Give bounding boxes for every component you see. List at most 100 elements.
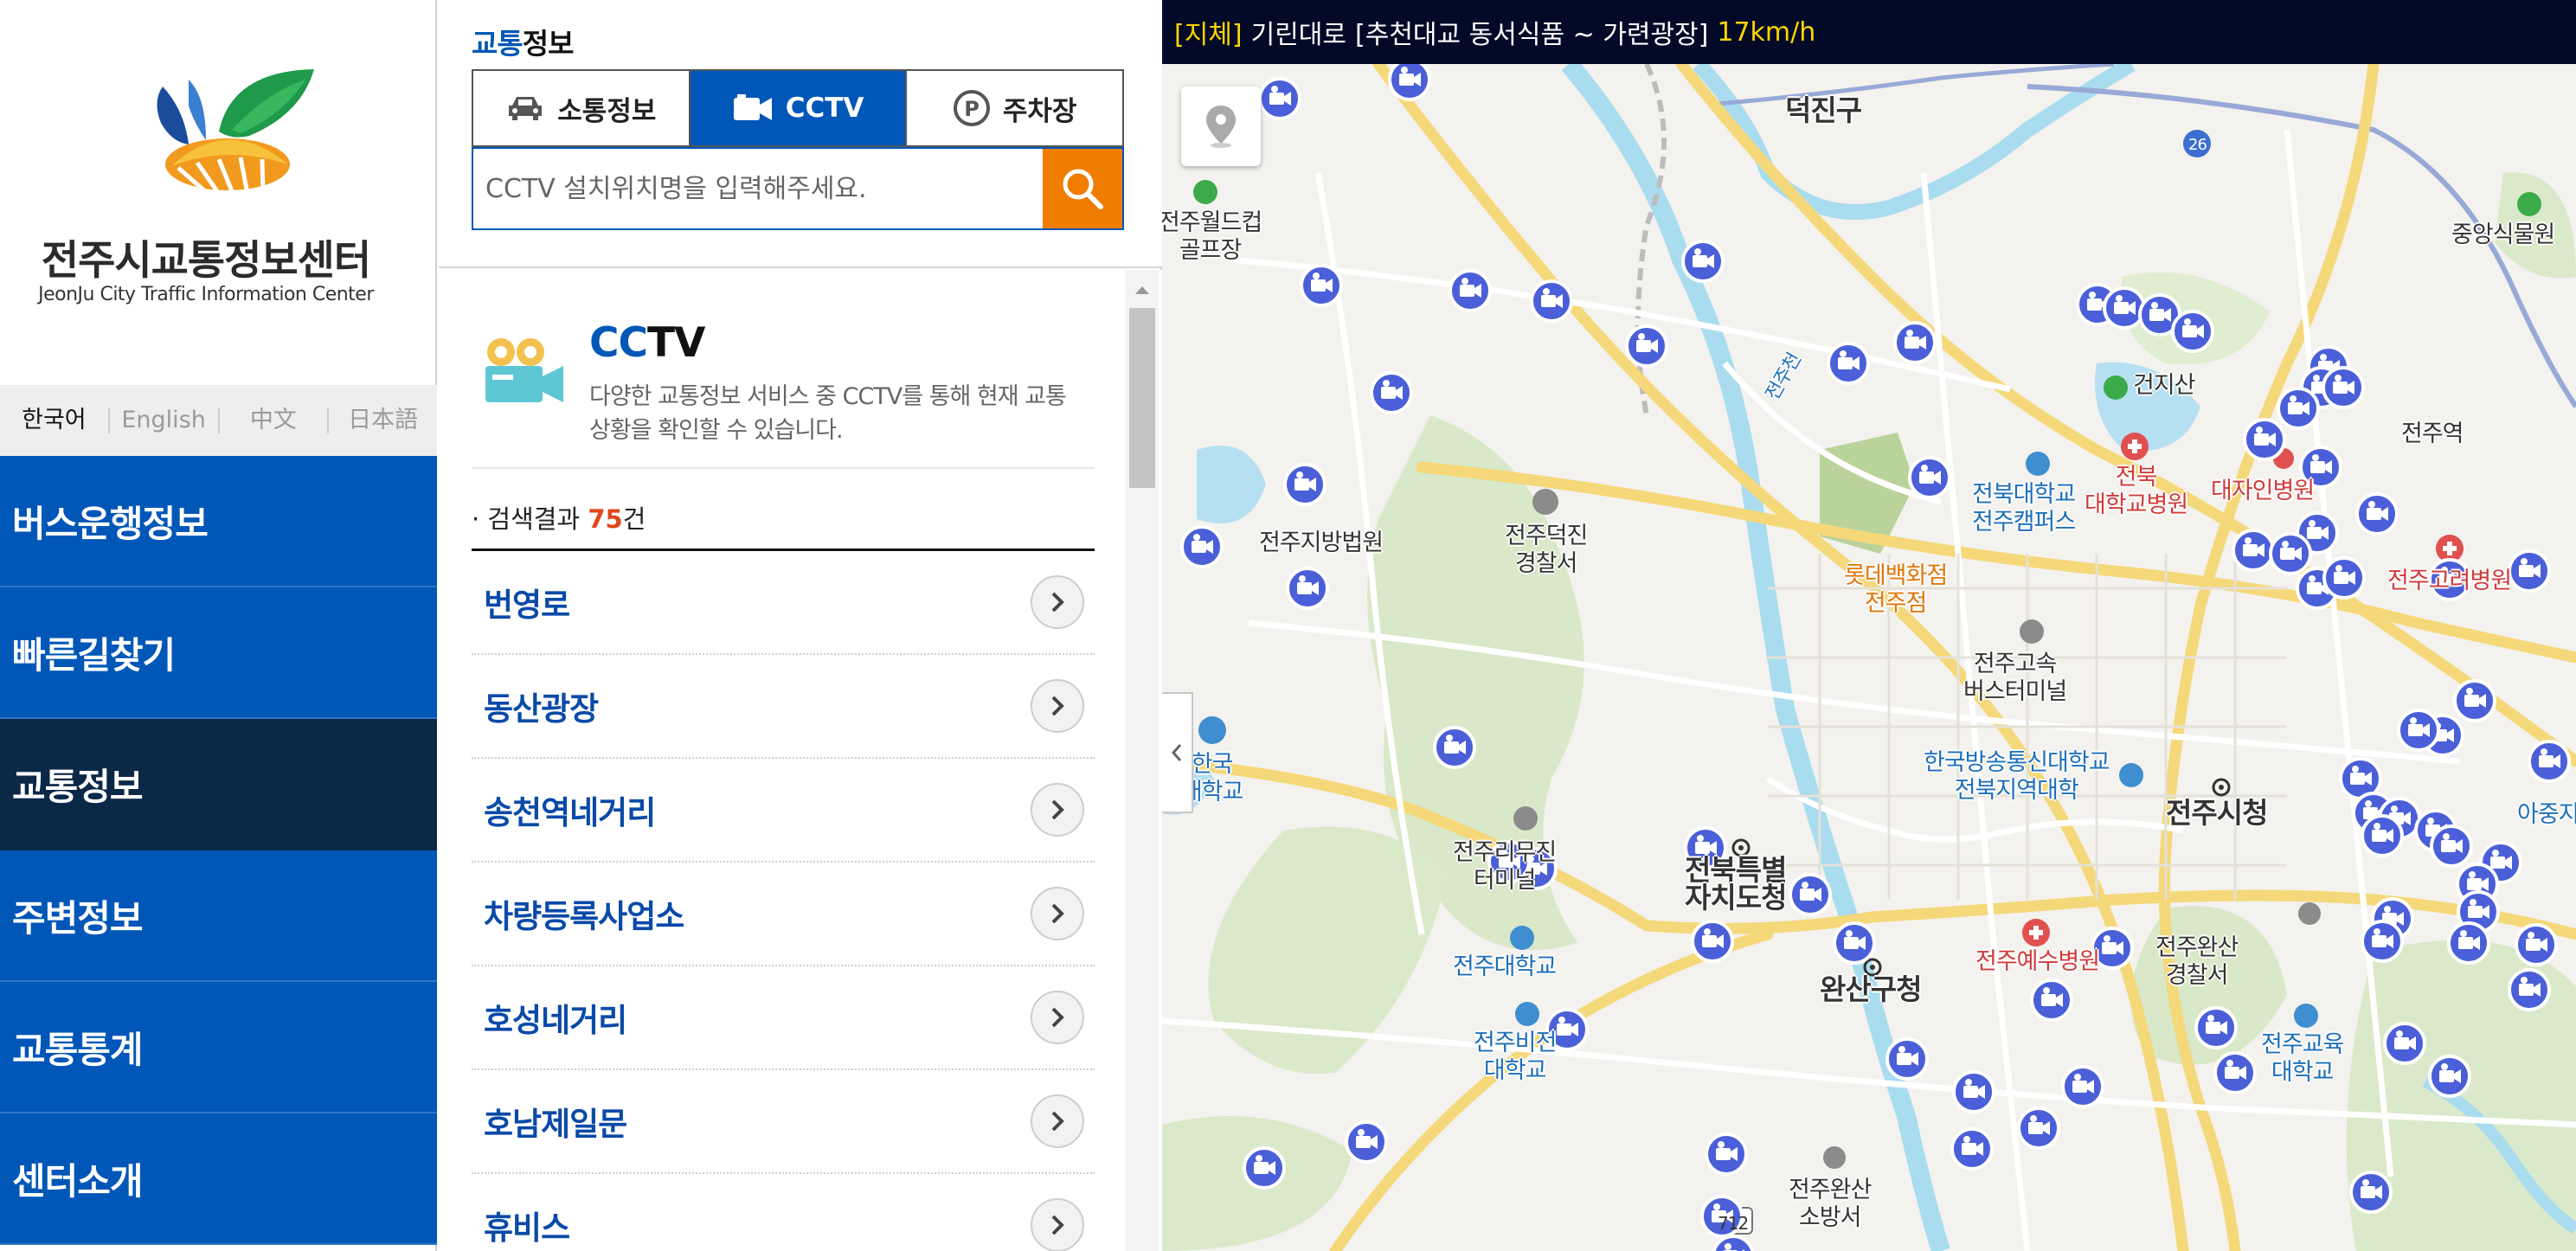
map-base[interactable] bbox=[1162, 0, 2576, 1251]
menu-item-center-intro[interactable]: 센터소개 bbox=[0, 1113, 437, 1245]
cctv-marker-icon[interactable] bbox=[2453, 679, 2496, 722]
lang-korean[interactable]: 한국어 bbox=[0, 407, 108, 433]
lang-japanese[interactable]: 日本語 bbox=[327, 407, 437, 433]
map-label: 전북 대학교병원 bbox=[2085, 464, 2188, 518]
traffic-map[interactable]: 덕진구 전주월드컵 골프장 중앙식물원 건지산 전주역 전북 대학교병원 대자인병원… bbox=[1162, 0, 2576, 1251]
cctv-marker-icon[interactable] bbox=[1681, 240, 1725, 283]
cctv-marker-icon[interactable] bbox=[2171, 310, 2214, 353]
map-label: 전북대학교 전주캠퍼스 bbox=[1972, 481, 2076, 536]
cctv-marker-icon[interactable] bbox=[1893, 321, 1937, 364]
cctv-location-name: 호남제일문 bbox=[484, 1106, 627, 1143]
search-button[interactable] bbox=[1043, 149, 1122, 228]
tab-cctv[interactable]: CCTV bbox=[688, 71, 906, 145]
list-item[interactable]: 호남제일문 bbox=[472, 1070, 1095, 1174]
cctv-marker-icon[interactable] bbox=[2030, 978, 2073, 1022]
cctv-marker-icon[interactable] bbox=[1243, 1146, 1286, 1190]
cctv-marker-icon[interactable] bbox=[1691, 920, 1734, 963]
chevron-right-icon[interactable] bbox=[1031, 1094, 1084, 1148]
cctv-marker-icon[interactable] bbox=[2508, 968, 2551, 1011]
lang-chinese[interactable]: 中文 bbox=[217, 407, 328, 433]
menu-item-bus-info[interactable]: 버스운행정보 bbox=[0, 456, 437, 587]
cctv-marker-icon[interactable] bbox=[1833, 921, 1876, 965]
cctv-marker-icon[interactable] bbox=[1286, 567, 1329, 610]
cctv-marker-icon[interactable] bbox=[2213, 1051, 2257, 1094]
cctv-marker-icon[interactable] bbox=[2361, 814, 2404, 857]
cctv-marker-icon[interactable] bbox=[2061, 1065, 2104, 1108]
intro-title-rest: TV bbox=[647, 319, 705, 367]
cctv-marker-icon[interactable] bbox=[2383, 1022, 2426, 1065]
cctv-location-name: 휴비스 bbox=[484, 1209, 570, 1247]
cctv-marker-icon[interactable] bbox=[1625, 324, 1668, 368]
cctv-marker-icon[interactable] bbox=[1300, 264, 1343, 307]
cctv-marker-icon[interactable] bbox=[2528, 740, 2571, 783]
cctv-marker-icon[interactable] bbox=[2361, 920, 2404, 963]
tab-parking[interactable]: P 주차장 bbox=[905, 71, 1123, 145]
chevron-right-icon[interactable] bbox=[1031, 887, 1084, 940]
cctv-marker-icon[interactable] bbox=[2322, 366, 2365, 409]
chevron-right-icon[interactable] bbox=[1031, 1198, 1084, 1251]
cctv-marker-icon[interactable] bbox=[1530, 279, 1573, 323]
list-item[interactable]: 호성네거리 bbox=[472, 966, 1095, 1070]
panel-scrollbar[interactable] bbox=[1126, 270, 1159, 1251]
cctv-search-input[interactable] bbox=[473, 149, 1043, 228]
cctv-marker-icon[interactable] bbox=[1433, 726, 1476, 769]
cctv-marker-icon[interactable] bbox=[2428, 1055, 2471, 1098]
menu-item-traffic-stats[interactable]: 교통통계 bbox=[0, 982, 437, 1113]
chevron-right-icon[interactable] bbox=[1031, 783, 1084, 837]
cctv-marker-icon[interactable] bbox=[1712, 1235, 1755, 1251]
cctv-marker-icon[interactable] bbox=[1388, 58, 1431, 101]
list-item[interactable]: 번영로 bbox=[472, 551, 1095, 655]
cctv-marker-icon[interactable] bbox=[1180, 525, 1224, 568]
cctv-marker-icon[interactable] bbox=[2232, 529, 2275, 572]
current-location-button[interactable] bbox=[1181, 87, 1261, 166]
map-label: 건지산 bbox=[2133, 372, 2196, 399]
menu-item-nearby-info[interactable]: 주변정보 bbox=[0, 850, 437, 982]
cctv-marker-icon[interactable] bbox=[2447, 921, 2490, 965]
chevron-right-icon[interactable] bbox=[1031, 679, 1084, 733]
cctv-marker-icon[interactable] bbox=[1345, 1120, 1388, 1164]
chevron-right-icon[interactable] bbox=[1031, 991, 1084, 1044]
cctv-marker-icon[interactable] bbox=[2103, 286, 2146, 330]
list-item[interactable]: 휴비스 bbox=[472, 1174, 1095, 1251]
traffic-segment: [추천대교 동서식품 ~ 가련광장] bbox=[1355, 20, 1709, 50]
cctv-marker-icon[interactable] bbox=[2515, 923, 2558, 966]
scrollbar-thumb[interactable] bbox=[1129, 308, 1155, 488]
chevron-right-icon[interactable] bbox=[1031, 575, 1084, 629]
cctv-marker-icon[interactable] bbox=[1950, 1127, 1994, 1171]
lang-english[interactable]: English bbox=[107, 407, 218, 433]
left-navigation: 전주시교통정보센터 JeonJu City Traffic Informatio… bbox=[0, 0, 437, 1251]
cctv-marker-icon[interactable] bbox=[1283, 463, 1327, 506]
list-item[interactable]: 차량등록사업소 bbox=[472, 863, 1095, 966]
cctv-marker-icon[interactable] bbox=[2430, 824, 2473, 868]
cctv-marker-icon[interactable] bbox=[1449, 269, 1492, 312]
cctv-marker-icon[interactable] bbox=[2194, 1006, 2238, 1049]
cctv-marker-icon[interactable] bbox=[1705, 1132, 1748, 1176]
video-camera-icon bbox=[733, 94, 772, 120]
cctv-marker-icon[interactable] bbox=[2508, 549, 2551, 593]
cctv-marker-icon[interactable] bbox=[2269, 532, 2312, 575]
cctv-marker-icon[interactable] bbox=[1908, 456, 1951, 499]
cctv-marker-icon[interactable] bbox=[2243, 418, 2286, 461]
cctv-marker-icon[interactable] bbox=[2322, 556, 2366, 600]
list-item[interactable]: 동산광장 bbox=[472, 655, 1095, 759]
map-label: 전주월드컵 골프장 bbox=[1162, 209, 1262, 264]
cctv-marker-icon[interactable] bbox=[2017, 1107, 2060, 1150]
cctv-marker-icon[interactable] bbox=[2397, 709, 2440, 752]
cctv-marker-icon[interactable] bbox=[1370, 371, 1413, 414]
panel-collapse-button[interactable] bbox=[1162, 692, 1193, 813]
cctv-marker-icon[interactable] bbox=[2277, 387, 2320, 430]
cctv-marker-icon[interactable] bbox=[2355, 492, 2399, 536]
menu-item-route-finder[interactable]: 빠른길찾기 bbox=[0, 587, 437, 719]
cctv-marker-icon[interactable] bbox=[1827, 342, 1870, 385]
scroll-up-icon[interactable] bbox=[1126, 277, 1159, 303]
menu-item-traffic-info[interactable]: 교통정보 bbox=[0, 719, 437, 850]
search-icon bbox=[1063, 169, 1103, 209]
cctv-marker-icon[interactable] bbox=[2349, 1171, 2393, 1214]
cctv-marker-icon[interactable] bbox=[1885, 1037, 1929, 1081]
cctv-marker-icon[interactable] bbox=[1258, 77, 1301, 120]
logo[interactable]: 전주시교통정보센터 JeonJu City Traffic Informatio… bbox=[0, 0, 437, 385]
cctv-marker-icon[interactable] bbox=[1789, 873, 1832, 916]
tab-traffic-flow[interactable]: 소통정보 bbox=[473, 71, 689, 145]
cctv-marker-icon[interactable] bbox=[1952, 1070, 1995, 1113]
list-item[interactable]: 송천역네거리 bbox=[472, 759, 1095, 863]
